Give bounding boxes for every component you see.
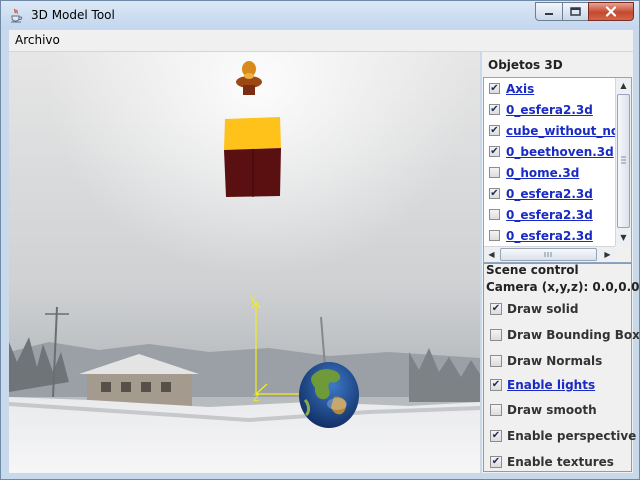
building-window [161, 382, 171, 392]
object-name-link[interactable]: 0_beethoven.3d [506, 145, 614, 159]
camera-readout: Camera (x,y,z): 0.0,0.0,2.0 [486, 280, 640, 294]
scene-option-checkbox[interactable] [490, 404, 502, 416]
close-button[interactable] [588, 2, 634, 21]
globe-model [299, 362, 359, 428]
scene-option-checkbox[interactable]: ✔ [490, 456, 502, 468]
vertical-scroll-thumb[interactable] [617, 94, 630, 228]
close-icon [605, 6, 617, 17]
scroll-down-icon[interactable]: ▼ [616, 230, 631, 245]
objects-list-horizontal-scrollbar[interactable]: ◀ ▶ [484, 246, 616, 262]
object-visibility-checkbox[interactable]: ✔ [489, 83, 500, 94]
object-name-link[interactable]: 0_esfera2.3d [506, 229, 593, 243]
object-list-item[interactable]: ✔ 0_esfera2.3d [484, 100, 616, 121]
menu-bar: Archivo [9, 30, 633, 51]
scene-option-checkbox[interactable]: ✔ [490, 303, 502, 315]
scene-render: Y X Z [9, 52, 480, 473]
menu-archivo[interactable]: Archivo [15, 33, 60, 47]
scene-option-label: Enable lights [507, 378, 596, 392]
objects-list[interactable]: ✔ Axis ✔ 0_esfera2.3d ✔ cube_without_norm ✔ 0_b… [483, 77, 632, 263]
3d-viewport[interactable]: Y X Z [9, 52, 480, 473]
object-list-item[interactable]: 0_esfera2.3d [484, 226, 616, 247]
object-name-link[interactable]: 0_esfera2.3d [506, 103, 593, 117]
java-cup-icon [11, 8, 23, 23]
scroll-up-icon[interactable]: ▲ [616, 78, 631, 93]
object-list-item[interactable]: ✔ 0_esfera2.3d [484, 184, 616, 205]
window-controls [535, 2, 634, 21]
objects-list-vertical-scrollbar[interactable]: ▲ ▼ [615, 78, 631, 246]
object-visibility-checkbox[interactable]: ✔ [489, 104, 500, 115]
maximize-icon [570, 7, 581, 16]
axis-label-z: Z [253, 394, 259, 404]
object-list-item[interactable]: 0_esfera2.3d [484, 205, 616, 226]
object-name-link[interactable]: 0_home.3d [506, 166, 579, 180]
scene-option-label: Draw smooth [507, 403, 597, 417]
maximize-button[interactable] [562, 2, 588, 21]
scroll-right-icon[interactable]: ▶ [600, 247, 615, 262]
cube-model [224, 117, 281, 197]
object-visibility-checkbox[interactable]: ✔ [489, 146, 500, 157]
object-list-item[interactable]: ✔ 0_beethoven.3d [484, 142, 616, 163]
scrollbar-corner [615, 246, 631, 262]
horizontal-scroll-thumb[interactable] [500, 248, 597, 261]
scene-option-checkbox[interactable]: ✔ [490, 430, 502, 442]
objects-panel-title: Objetos 3D [488, 58, 563, 72]
window-title: 3D Model Tool [31, 8, 115, 22]
scene-control-title: Scene control [486, 263, 579, 277]
scroll-left-icon[interactable]: ◀ [484, 247, 499, 262]
building-window [141, 382, 151, 392]
scene-option-label: Enable textures [507, 455, 614, 469]
building-window [101, 382, 111, 392]
scene-control-box: Scene control Camera (x,y,z): 0.0,0.0,2.… [483, 263, 639, 472]
object-visibility-checkbox[interactable]: ✔ [489, 125, 500, 136]
object-name-link[interactable]: Axis [506, 82, 534, 96]
object-visibility-checkbox[interactable]: ✔ [489, 188, 500, 199]
minimize-icon [545, 12, 553, 15]
scene-option-label: Enable perspective [507, 429, 637, 443]
object-list-item[interactable]: 0_home.3d [484, 163, 616, 184]
grip-icon [544, 252, 552, 257]
minimize-button[interactable] [535, 2, 562, 21]
side-panel: Objetos 3D ✔ Axis ✔ 0_esfera2.3d ✔ cube_witho… [482, 52, 639, 473]
object-list-item[interactable]: ✔ Axis [484, 79, 616, 100]
grip-icon [621, 156, 626, 164]
object-name-link[interactable]: 0_esfera2.3d [506, 187, 593, 201]
object-list-item[interactable]: ✔ cube_without_norm [484, 121, 616, 142]
object-visibility-checkbox[interactable] [489, 167, 500, 178]
scene-option-checkbox[interactable] [490, 329, 502, 341]
app-window: 3D Model Tool Archivo Y Z Objetos 3D ✔ A… [0, 0, 640, 480]
title-bar[interactable]: 3D Model Tool [1, 1, 639, 29]
scene-option-checkbox[interactable]: ✔ [490, 379, 502, 391]
object-name-link[interactable]: 0_esfera2.3d [506, 208, 593, 222]
object-visibility-checkbox[interactable] [489, 230, 500, 241]
building-window [121, 382, 131, 392]
object-visibility-checkbox[interactable] [489, 209, 500, 220]
scene-option-label: Draw solid [507, 302, 579, 316]
object-name-link[interactable]: cube_without_norm [506, 124, 616, 138]
scene-option-label: Draw Normals [507, 354, 603, 368]
axis-label-y: Y [249, 296, 256, 306]
scene-option-checkbox[interactable] [490, 355, 502, 367]
scene-option-label: Draw Bounding Box [507, 328, 640, 342]
